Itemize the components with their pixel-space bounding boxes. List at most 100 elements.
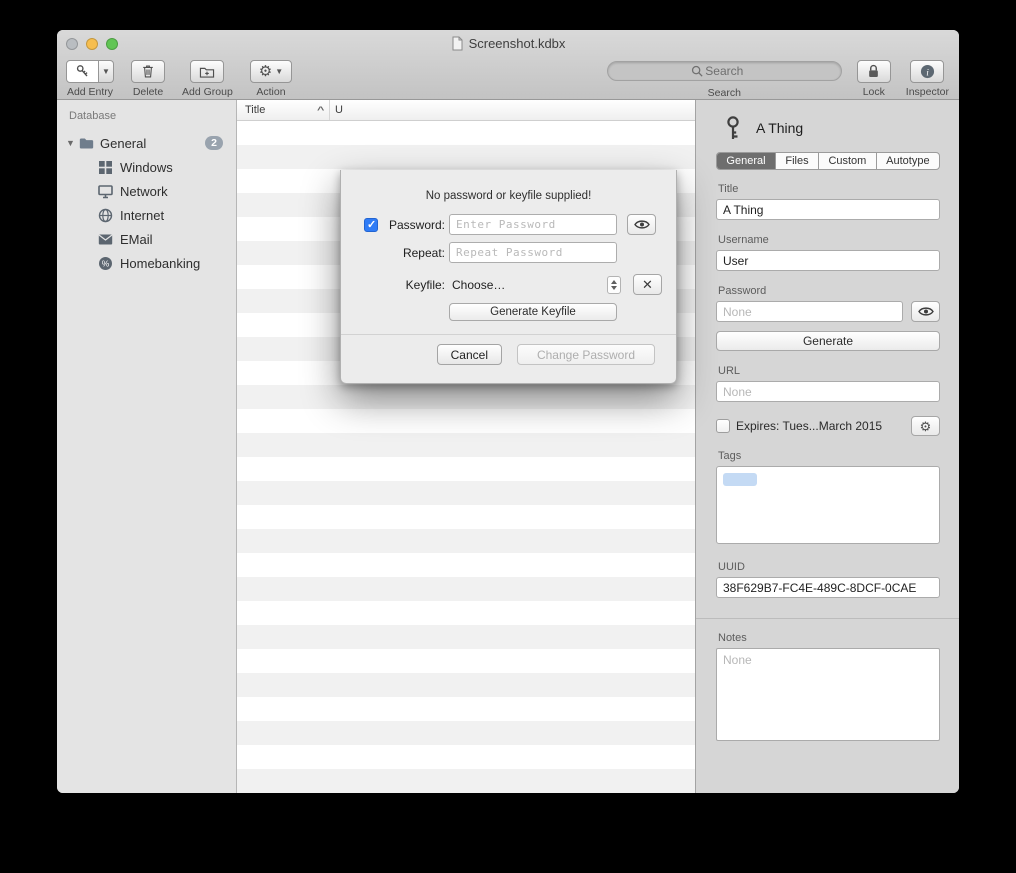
expires-row: Expires: Tues...March 2015 ⚙	[716, 416, 940, 436]
toolbar-add-group: Add Group	[182, 60, 233, 98]
folder-plus-icon	[199, 65, 215, 79]
toolbar: ▼ Add Entry Delete Add Group ⚙	[57, 57, 959, 99]
dialog-divider	[341, 334, 676, 335]
title-field-label: Title	[718, 183, 940, 195]
keyfile-label: Keyfile:	[406, 278, 445, 292]
column-header-username[interactable]: U	[330, 104, 695, 116]
entry-header: A Thing	[721, 114, 940, 142]
username-field-label: Username	[718, 234, 940, 246]
toolbar-delete: Delete	[131, 60, 165, 98]
search-label: Search	[708, 87, 741, 99]
chevron-down-icon: ▼	[275, 68, 283, 76]
action-button[interactable]: ⚙ ▼	[250, 60, 292, 83]
tab-general[interactable]: General	[717, 153, 776, 169]
window-chrome: Screenshot.kdbx ▼ Add Entry Delete	[57, 30, 959, 100]
keyfile-selected-value: Choose…	[452, 278, 505, 292]
close-x-icon: ✕	[642, 277, 653, 293]
reveal-password-button[interactable]	[627, 214, 656, 235]
group-label: EMail	[120, 232, 153, 247]
change-password-dialog: No password or keyfile supplied! Passwor…	[340, 170, 677, 384]
inspector-button[interactable]: i	[910, 60, 944, 83]
traffic-lights	[66, 38, 118, 50]
keyfile-row: Keyfile: Choose… ✕	[341, 274, 676, 295]
tab-custom[interactable]: Custom	[819, 153, 877, 169]
chevron-down-icon: ▼	[102, 68, 110, 76]
dialog-message: No password or keyfile supplied!	[341, 190, 676, 202]
disclosure-triangle-icon[interactable]: ▼	[66, 138, 79, 148]
inspector-label: Inspector	[906, 86, 949, 98]
tags-field[interactable]	[716, 466, 940, 544]
toolbar-add-entry: ▼ Add Entry	[66, 60, 114, 98]
tag-chip[interactable]	[723, 473, 757, 486]
tab-autotype[interactable]: Autotype	[877, 153, 939, 169]
group-label: Homebanking	[120, 256, 200, 271]
add-entry-button[interactable]	[66, 60, 99, 83]
sidebar-item-general[interactable]: ▼ General 2	[57, 131, 236, 155]
password-row: Password:	[341, 214, 676, 235]
stepper-icon	[607, 276, 621, 294]
enter-password-input[interactable]	[449, 214, 617, 235]
app-window: Screenshot.kdbx ▼ Add Entry Delete	[57, 30, 959, 793]
trash-icon	[141, 64, 155, 79]
generate-keyfile-button[interactable]: Generate Keyfile	[449, 303, 617, 321]
notes-field[interactable]	[716, 648, 940, 741]
inspector-tabs: General Files Custom Autotype	[716, 152, 940, 170]
expires-settings-button[interactable]: ⚙	[911, 416, 940, 436]
keyfile-popup[interactable]: Choose…	[449, 276, 621, 294]
sidebar-item-network[interactable]: Network	[57, 179, 236, 203]
change-password-button[interactable]: Change Password	[517, 344, 655, 365]
eye-icon	[918, 306, 934, 317]
inspector-divider	[696, 618, 959, 619]
inspector-panel: A Thing General Files Custom Autotype Ti…	[695, 100, 959, 793]
zoom-button[interactable]	[106, 38, 118, 50]
clear-keyfile-button[interactable]: ✕	[633, 274, 662, 295]
sidebar-item-internet[interactable]: Internet	[57, 203, 236, 227]
username-field[interactable]	[716, 250, 940, 271]
repeat-label: Repeat:	[403, 246, 445, 260]
add-group-button[interactable]	[190, 60, 224, 83]
url-field-label: URL	[718, 365, 940, 377]
column-header-title[interactable]: Title ^	[237, 100, 330, 120]
generate-password-button[interactable]: Generate	[716, 331, 940, 351]
search-input[interactable]	[607, 61, 842, 81]
group-label: Internet	[120, 208, 164, 223]
notes-field-label: Notes	[718, 632, 940, 644]
group-label: Network	[120, 184, 168, 199]
url-field[interactable]	[716, 381, 940, 402]
action-label: Action	[256, 86, 285, 98]
expires-checkbox[interactable]	[716, 419, 730, 433]
minimize-button[interactable]	[86, 38, 98, 50]
lock-label: Lock	[863, 86, 885, 98]
coin-icon: %	[98, 256, 113, 271]
password-checkbox[interactable]	[364, 218, 378, 232]
expires-label: Expires: Tues...March 2015	[736, 419, 882, 433]
info-icon: i	[920, 64, 935, 79]
sidebar-item-email[interactable]: EMail	[57, 227, 236, 251]
add-entry-label: Add Entry	[67, 86, 113, 98]
password-field-label: Password	[718, 285, 940, 297]
folder-icon	[79, 136, 94, 151]
password-field[interactable]	[716, 301, 903, 322]
eye-icon	[634, 219, 650, 230]
add-entry-dropdown-button[interactable]: ▼	[99, 60, 114, 83]
repeat-password-input[interactable]	[449, 242, 617, 263]
sidebar-item-windows[interactable]: Windows	[57, 155, 236, 179]
delete-button[interactable]	[131, 60, 165, 83]
gear-icon: ⚙	[259, 64, 272, 79]
uuid-field[interactable]	[716, 577, 940, 598]
reveal-password-button[interactable]	[911, 301, 940, 322]
title-field[interactable]	[716, 199, 940, 220]
sidebar-item-homebanking[interactable]: % Homebanking	[57, 251, 236, 275]
group-label: Windows	[120, 160, 173, 175]
cancel-button[interactable]: Cancel	[437, 344, 502, 365]
tags-field-label: Tags	[718, 450, 940, 462]
globe-icon	[98, 208, 113, 223]
content-area: Database ▼ General 2 Windows Network Int…	[57, 100, 959, 793]
toolbar-lock: Lock	[857, 60, 891, 98]
tab-files[interactable]: Files	[776, 153, 819, 169]
network-icon	[98, 184, 113, 199]
lock-button[interactable]	[857, 60, 891, 83]
uuid-field-label: UUID	[718, 561, 940, 573]
svg-text:%: %	[102, 258, 110, 268]
close-button[interactable]	[66, 38, 78, 50]
